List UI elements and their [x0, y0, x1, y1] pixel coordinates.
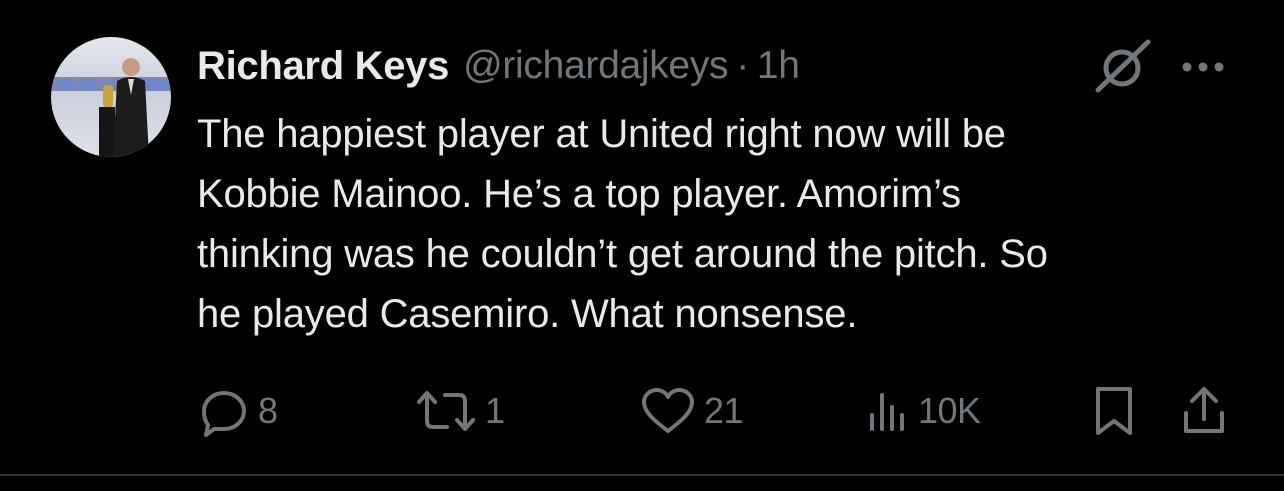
tweet-header: Richard Keys @richardajkeys · 1h [197, 40, 800, 92]
more-options-icon[interactable] [1180, 55, 1226, 79]
reply-button[interactable]: 8 [198, 380, 278, 442]
views-count: 10K [918, 390, 981, 431]
display-name[interactable]: Richard Keys [197, 44, 449, 89]
views-icon [866, 385, 910, 437]
handle[interactable]: @richardajkeys [463, 44, 728, 88]
share-icon [1180, 383, 1228, 439]
repost-icon [415, 385, 477, 437]
divider [0, 474, 1284, 476]
tweet-text-line: thinking was he couldn’t get around the … [197, 232, 1048, 276]
reply-count: 8 [258, 390, 278, 431]
reply-icon [198, 385, 250, 437]
repost-button[interactable]: 1 [415, 380, 505, 442]
avatar[interactable] [51, 37, 171, 157]
grok-icon[interactable] [1092, 38, 1156, 96]
share-button[interactable] [1180, 380, 1228, 442]
bookmark-icon [1092, 383, 1136, 439]
separator-dot: · [736, 44, 749, 87]
repost-count: 1 [485, 390, 505, 431]
action-bar: 8 1 21 10K [0, 380, 1284, 442]
like-count: 21 [704, 390, 744, 431]
bookmark-button[interactable] [1092, 380, 1136, 442]
timestamp[interactable]: 1h [757, 44, 800, 88]
tweet-text-line: he played Casemiro. What nonsense. [197, 292, 858, 336]
views-button[interactable]: 10K [866, 380, 981, 442]
heart-icon [640, 385, 696, 437]
tweet[interactable]: Richard Keys @richardajkeys · 1h The hap… [0, 0, 1284, 491]
like-button[interactable]: 21 [640, 380, 744, 442]
tweet-text: The happiest player at United right now … [197, 104, 1237, 344]
tweet-text-line: The happiest player at United right now … [197, 112, 1006, 156]
tweet-text-line: Kobbie Mainoo. He’s a top player. Amorim… [197, 172, 961, 216]
profile-photo [51, 37, 171, 157]
